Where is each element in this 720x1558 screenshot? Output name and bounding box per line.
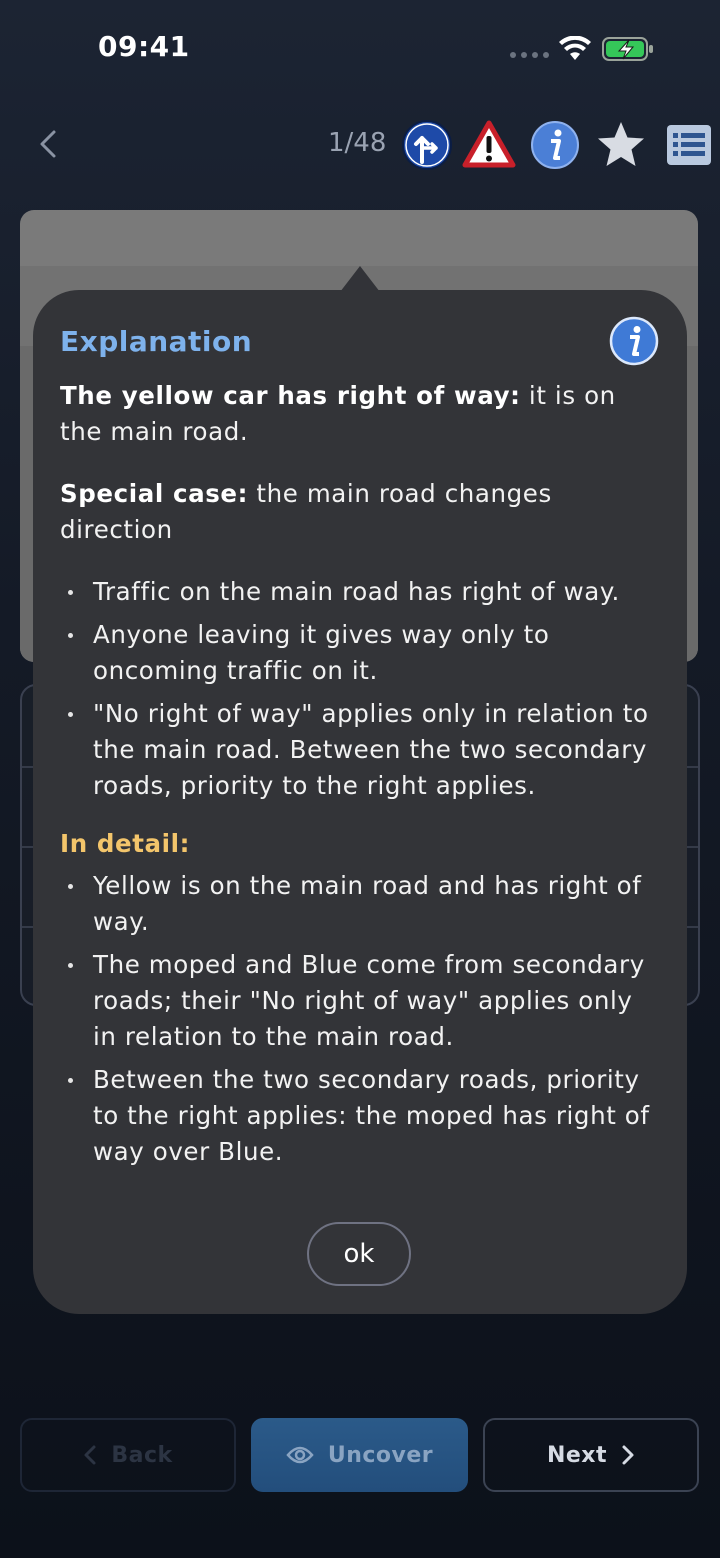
rules-list: Traffic on the main road has right of wa…: [60, 574, 659, 804]
chevron-right-icon: [622, 1445, 634, 1465]
favorite-star-icon[interactable]: [594, 118, 648, 172]
info-icon: [609, 316, 659, 366]
battery-charging-icon: [602, 37, 653, 61]
wifi-icon: [559, 36, 591, 60]
chevron-left-icon: [84, 1445, 96, 1465]
signal-dots-icon: [510, 52, 549, 58]
info-icon[interactable]: [528, 118, 582, 172]
detail-list: Yellow is on the main road and has right…: [60, 868, 659, 1170]
explanation-modal: Explanation The yellow car has right of …: [33, 290, 687, 1314]
list-item: "No right of way" applies only in relati…: [60, 696, 659, 804]
explanation-summary: The yellow car has right of way: it is o…: [60, 381, 616, 446]
back-button-label: Back: [111, 1442, 173, 1468]
detail-heading: In detail:: [60, 829, 191, 858]
question-counter: 1/48: [328, 128, 387, 158]
back-chevron-icon[interactable]: [34, 124, 64, 164]
right-of-way-sign-icon[interactable]: [400, 118, 454, 172]
list-item: Between the two secondary roads, priorit…: [60, 1062, 659, 1170]
modal-title: Explanation: [60, 325, 253, 358]
next-button-label: Next: [546, 1442, 608, 1468]
warning-icon[interactable]: [462, 118, 516, 172]
eye-icon: [286, 1446, 314, 1464]
list-item: Anyone leaving it gives way only to onco…: [60, 617, 659, 689]
next-button[interactable]: Next: [483, 1418, 699, 1492]
list-item: The moped and Blue come from secondary r…: [60, 947, 659, 1055]
list-item: Yellow is on the main road and has right…: [60, 868, 659, 940]
modal-pointer: [340, 266, 380, 292]
back-button[interactable]: Back: [20, 1418, 236, 1492]
special-case: Special case: the main road changes dire…: [60, 479, 552, 544]
status-time: 09:41: [98, 30, 190, 63]
list-item: Traffic on the main road has right of wa…: [60, 574, 659, 610]
question-list-icon[interactable]: [662, 118, 716, 172]
ok-button[interactable]: ok: [307, 1222, 411, 1286]
uncover-button-label: Uncover: [327, 1442, 434, 1468]
uncover-button[interactable]: Uncover: [251, 1418, 468, 1492]
